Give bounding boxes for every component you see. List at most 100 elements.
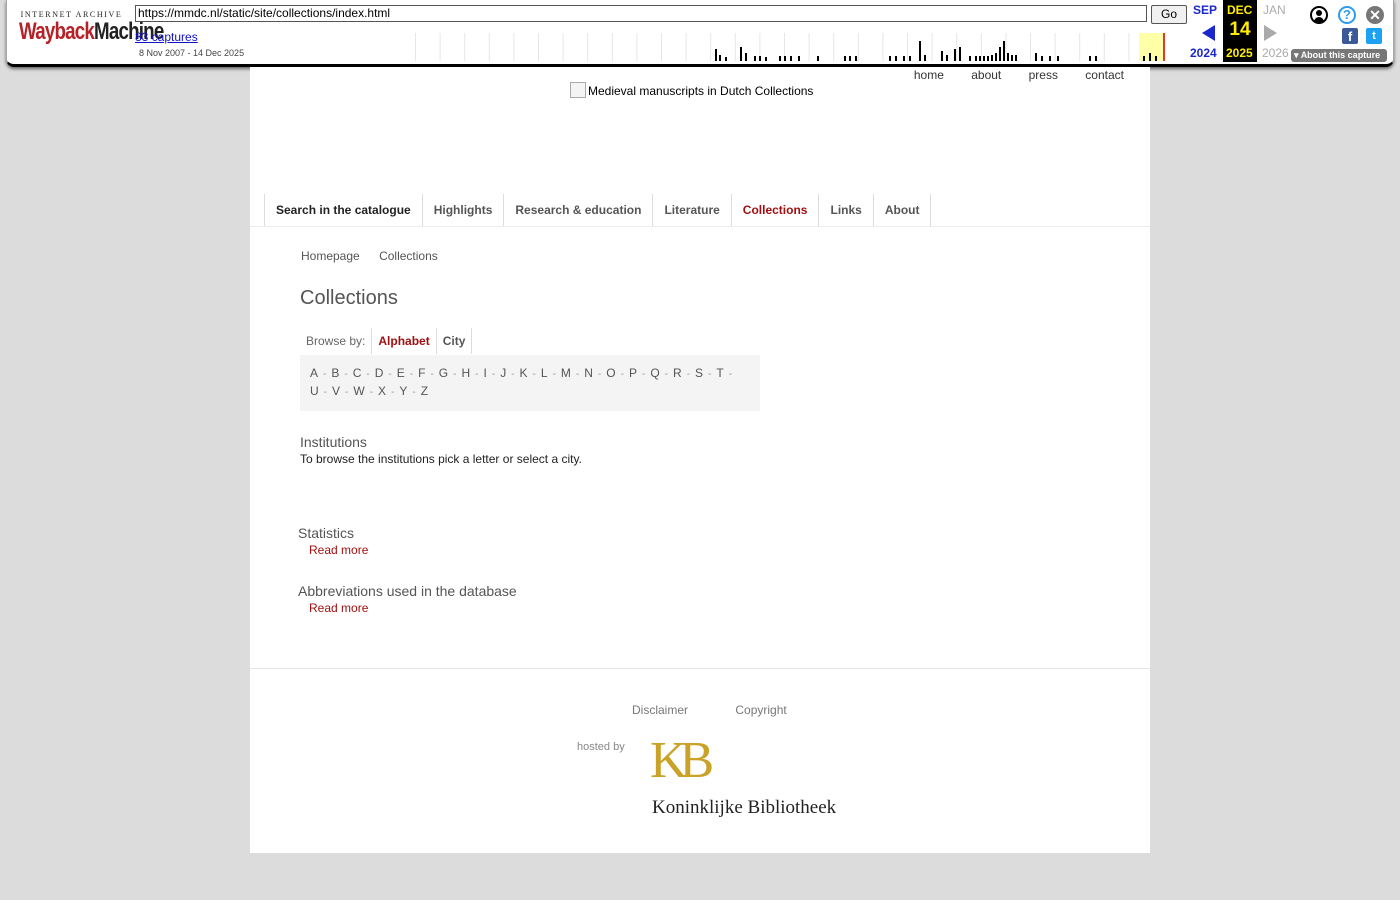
letter-link-u[interactable]: U	[310, 384, 319, 398]
wayback-capture-sparkline[interactable]	[409, 33, 1185, 61]
letter-link-o[interactable]: O	[606, 366, 615, 380]
main-nav-links[interactable]: Links	[819, 194, 874, 227]
letter-separator: -	[366, 369, 370, 380]
letter-link-n[interactable]: N	[584, 366, 593, 380]
sparkline-capture-bar	[849, 56, 851, 61]
kb-logo-mark[interactable]: KB	[650, 735, 714, 787]
breadcrumb-homepage[interactable]: Homepage	[301, 249, 360, 263]
browse-by-alphabet-tab[interactable]: Alphabet	[372, 328, 437, 354]
sparkline-capture-bar	[1155, 56, 1157, 61]
letter-link-p[interactable]: P	[629, 366, 637, 380]
letter-link-l[interactable]: L	[541, 366, 548, 380]
footer-disclaimer-link[interactable]: Disclaimer	[632, 703, 688, 717]
letter-link-e[interactable]: E	[397, 366, 405, 380]
sparkline-year-divider	[1005, 33, 1007, 61]
letter-link-q[interactable]: Q	[650, 366, 659, 380]
sparkline-capture-bar	[969, 56, 971, 61]
help-icon[interactable]: ?	[1338, 6, 1356, 24]
wayback-about-capture-button[interactable]: ▾ About this capture	[1291, 49, 1387, 62]
letter-link-i[interactable]: I	[484, 366, 487, 380]
sparkline-capture-bar	[1007, 53, 1009, 61]
main-nav-collections[interactable]: Collections	[732, 194, 820, 227]
user-icon[interactable]	[1310, 6, 1328, 24]
wayback-prev-arrow-icon[interactable]	[1202, 25, 1215, 41]
letter-link-f[interactable]: F	[418, 366, 425, 380]
letter-link-k[interactable]: K	[520, 366, 528, 380]
sparkline-capture-bar	[959, 47, 961, 61]
sparkline-year-divider	[513, 33, 515, 61]
wayback-captures-link[interactable]: 83 captures	[135, 30, 198, 44]
letter-link-j[interactable]: J	[500, 366, 506, 380]
breadcrumb-collections[interactable]: Collections	[379, 249, 438, 263]
sparkline-year-divider	[488, 33, 490, 61]
wayback-current-day: 14	[1229, 19, 1251, 40]
main-nav-search[interactable]: Search in the catalogue	[265, 194, 423, 227]
letter-link-t[interactable]: T	[716, 366, 723, 380]
letter-link-d[interactable]: D	[375, 366, 384, 380]
footer-copyright-link[interactable]: Copyright	[735, 703, 786, 717]
letter-separator: -	[641, 369, 646, 380]
sparkline-year-divider	[808, 33, 810, 61]
browse-by-city-tab[interactable]: City	[437, 328, 473, 354]
wayback-url-input[interactable]: https://mmdc.nl/static/site/collections/…	[135, 5, 1147, 22]
letter-separator: -	[344, 369, 348, 380]
site-logo-image[interactable]: Medieval manuscripts in Dutch Collection…	[570, 82, 813, 98]
letter-link-x[interactable]: X	[378, 384, 386, 398]
letter-separator: -	[597, 369, 602, 380]
sparkline-capture-bar	[975, 56, 977, 61]
twitter-icon[interactable]: t	[1366, 28, 1382, 44]
letter-separator: -	[728, 369, 733, 380]
sparkline-capture-bar	[784, 56, 786, 61]
letter-separator: -	[391, 387, 395, 398]
letter-link-z[interactable]: Z	[421, 384, 428, 398]
sparkline-capture-bar	[889, 56, 891, 61]
sparkline-capture-bar	[1089, 56, 1091, 61]
letter-link-c[interactable]: C	[353, 366, 362, 380]
main-nav-research-education[interactable]: Research & education	[504, 194, 654, 227]
letter-separator: -	[686, 369, 691, 380]
sparkline-year-divider	[415, 33, 416, 61]
sparkline-year-divider	[1030, 33, 1031, 61]
sparkline-year-divider	[1128, 33, 1130, 61]
letter-link-h[interactable]: H	[461, 366, 470, 380]
sparkline-year-divider	[907, 33, 908, 61]
alphabet-row-2: U-V-W-X-Y-Z	[310, 384, 428, 398]
sparkline-capture-bar	[725, 57, 727, 61]
wayback-go-button[interactable]: Go	[1151, 5, 1187, 24]
wayback-prev-month[interactable]: SEP	[1193, 3, 1217, 17]
letter-link-v[interactable]: V	[332, 384, 340, 398]
sparkline-capture-bar	[979, 56, 981, 61]
main-nav-literature[interactable]: Literature	[653, 194, 732, 227]
wayback-logo[interactable]: INTERNET ARCHIVE WaybackMachine	[19, 10, 164, 50]
wayback-toolbar: INTERNET ARCHIVE WaybackMachine https://…	[6, 0, 1394, 67]
top-nav-about[interactable]: about	[971, 68, 1001, 82]
top-nav-press[interactable]: press	[1029, 68, 1058, 82]
sparkline-capture-bar	[779, 56, 781, 61]
letter-separator: -	[345, 387, 349, 398]
abbreviations-read-more-link[interactable]: Read more	[309, 601, 368, 615]
statistics-read-more-link[interactable]: Read more	[309, 543, 368, 557]
letter-link-a[interactable]: A	[310, 366, 318, 380]
letter-link-m[interactable]: M	[561, 366, 571, 380]
letter-link-b[interactable]: B	[331, 366, 339, 380]
letter-separator: -	[491, 369, 496, 380]
letter-separator: -	[430, 369, 434, 380]
institutions-text: To browse the institutions pick a letter…	[300, 452, 582, 466]
letter-link-r[interactable]: R	[673, 366, 682, 380]
letter-link-w[interactable]: W	[353, 384, 364, 398]
top-nav-contact[interactable]: contact	[1085, 68, 1124, 82]
letter-separator: -	[532, 369, 536, 380]
letter-link-y[interactable]: Y	[399, 384, 407, 398]
kb-logo-name[interactable]: Koninklijke Bibliotheek	[652, 797, 836, 819]
nav-divider	[250, 226, 1150, 227]
sparkline-capture-bar	[715, 49, 717, 61]
top-nav-home[interactable]: home	[914, 68, 944, 82]
main-nav-highlights[interactable]: Highlights	[423, 194, 505, 227]
wayback-prev-year[interactable]: 2024	[1190, 46, 1217, 60]
close-icon[interactable]: ✕	[1366, 6, 1384, 24]
letter-link-g[interactable]: G	[439, 366, 448, 380]
sparkline-capture-bar	[844, 56, 846, 61]
main-nav-about[interactable]: About	[874, 194, 932, 227]
letter-link-s[interactable]: S	[695, 366, 703, 380]
facebook-icon[interactable]: f	[1342, 28, 1358, 44]
